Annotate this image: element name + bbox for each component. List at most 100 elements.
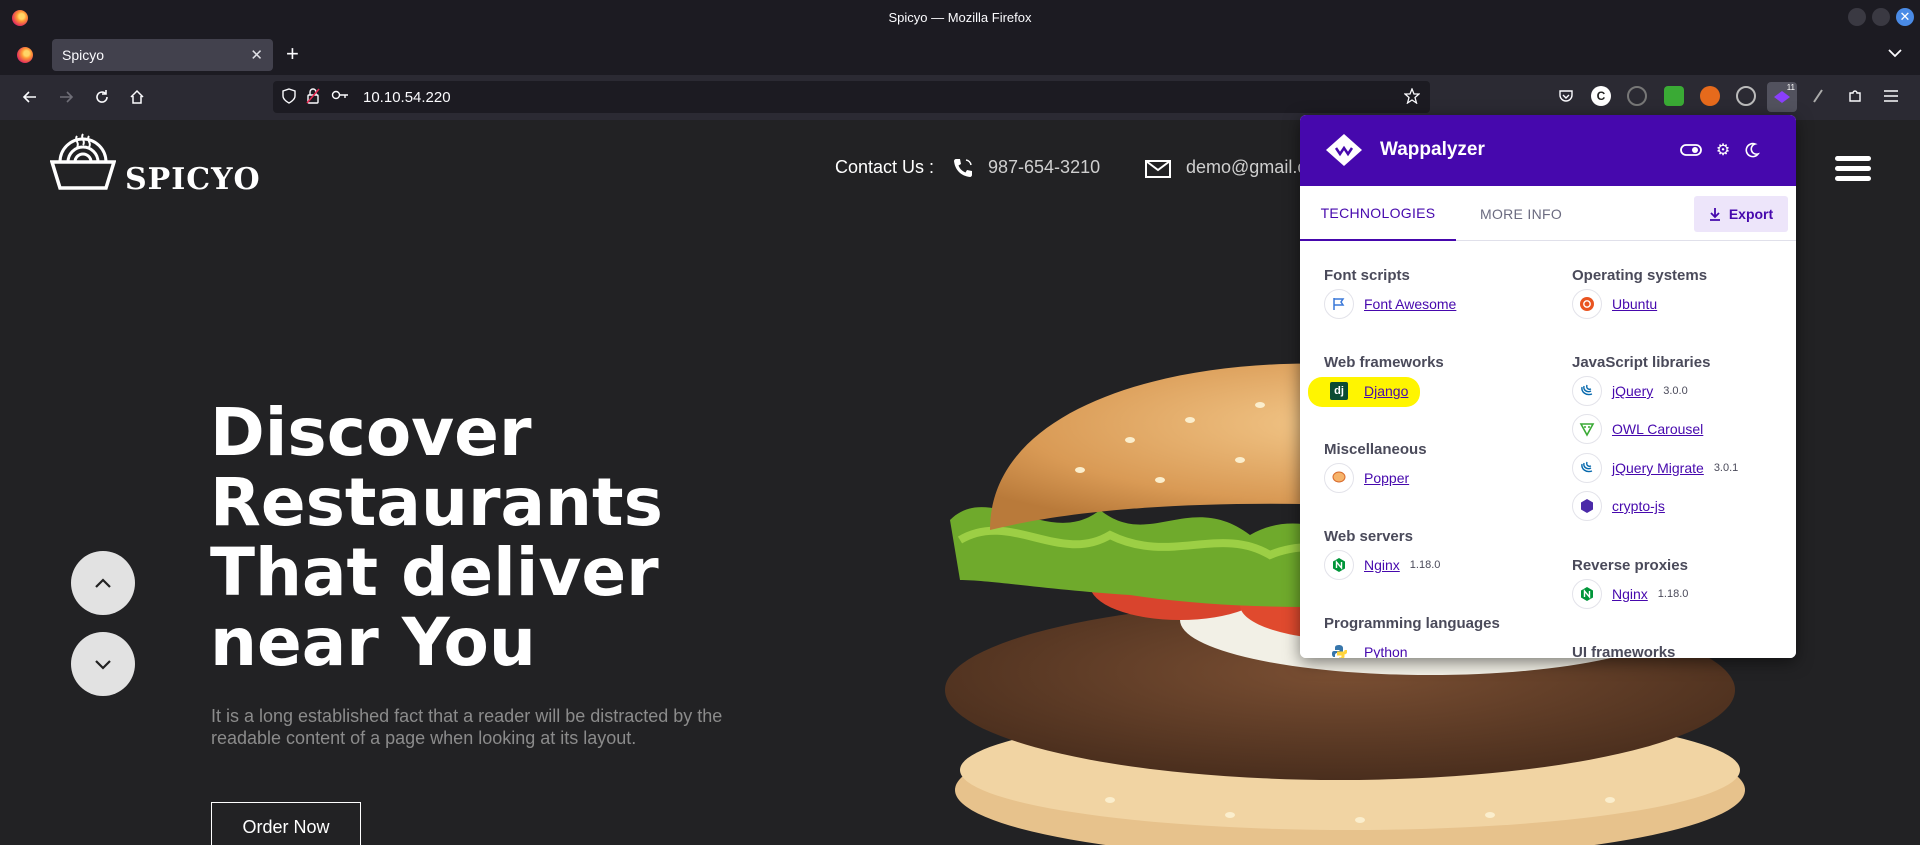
hero-line-2: Restaurants xyxy=(210,464,663,541)
maximize-button[interactable] xyxy=(1872,8,1890,26)
tech-django[interactable]: dj Django xyxy=(1324,376,1408,406)
tech-name[interactable]: Ubuntu xyxy=(1612,296,1657,312)
tab-technologies[interactable]: TECHNOLOGIES xyxy=(1300,186,1456,241)
category-reverse-proxies: Reverse proxies xyxy=(1572,557,1688,574)
export-button[interactable]: Export xyxy=(1694,196,1788,232)
category-javascript-libraries: JavaScript libraries xyxy=(1572,354,1711,371)
wappalyzer-title: Wappalyzer xyxy=(1380,139,1485,160)
settings-gear-icon[interactable]: ⚙ xyxy=(1712,139,1734,161)
home-icon[interactable] xyxy=(127,87,147,107)
font-awesome-icon xyxy=(1324,289,1354,319)
python-icon xyxy=(1324,637,1354,658)
slide-down-button[interactable] xyxy=(71,632,135,696)
hero-subtitle: It is a long established fact that a rea… xyxy=(211,706,723,748)
tech-version: 3.0.1 xyxy=(1713,462,1739,474)
minimize-button[interactable] xyxy=(1848,8,1866,26)
tech-nginx-proxy[interactable]: Nginx 1.18.0 xyxy=(1572,579,1688,609)
forward-arrow-icon[interactable] xyxy=(56,87,76,107)
foxyproxy-icon[interactable] xyxy=(1700,86,1720,106)
tech-name[interactable]: jQuery Migrate xyxy=(1612,460,1704,476)
navigation-bar: 10.10.54.220 C 11 xyxy=(0,75,1920,120)
wappalyzer-popup: Wappalyzer ⚙ TECHNOLOGIES MORE INFO Expo… xyxy=(1300,115,1796,658)
tech-name[interactable]: Nginx xyxy=(1364,557,1400,573)
tab-bar: Spicyo ✕ + xyxy=(0,35,1920,75)
hero-line-4: near You xyxy=(210,604,536,681)
url-text: 10.10.54.220 xyxy=(363,89,451,106)
user-agent-switcher-icon[interactable] xyxy=(1808,86,1828,106)
category-programming-languages: Programming languages xyxy=(1324,615,1500,632)
popper-icon xyxy=(1324,463,1354,493)
globe-extension-icon[interactable] xyxy=(1736,86,1756,106)
tech-name[interactable]: Python xyxy=(1364,644,1408,658)
hero-title: Discover Restaurants That deliver near Y… xyxy=(210,398,770,678)
tech-name[interactable]: OWL Carousel xyxy=(1612,421,1703,437)
tech-jquery-migrate[interactable]: jQuery Migrate 3.0.1 xyxy=(1572,453,1738,483)
wappalyzer-extension-icon[interactable]: 11 xyxy=(1767,82,1797,112)
pocket-icon[interactable] xyxy=(1556,86,1576,106)
contact-phone[interactable]: 987-654-3210 xyxy=(988,157,1100,178)
tab-spicyo[interactable]: Spicyo ✕ xyxy=(52,39,273,71)
tech-version: 3.0.0 xyxy=(1663,385,1688,397)
grammar-extension-icon[interactable]: C xyxy=(1591,86,1611,106)
tech-crypto-js[interactable]: crypto-js xyxy=(1572,491,1665,521)
jquery-migrate-icon xyxy=(1572,453,1602,483)
tech-name[interactable]: Font Awesome xyxy=(1364,296,1456,312)
phone-icon xyxy=(952,157,974,179)
wappalyzer-tabs: TECHNOLOGIES MORE INFO Export xyxy=(1300,186,1796,241)
tech-owl-carousel[interactable]: OWL Carousel xyxy=(1572,414,1703,444)
category-web-frameworks: Web frameworks xyxy=(1324,354,1444,371)
dark-mode-moon-icon[interactable] xyxy=(1741,139,1763,161)
tab-more-info[interactable]: MORE INFO xyxy=(1480,186,1562,241)
tech-name[interactable]: Popper xyxy=(1364,470,1409,486)
bookmark-star-icon[interactable] xyxy=(1403,87,1421,107)
privacy-extension-icon[interactable] xyxy=(1627,86,1647,106)
download-icon xyxy=(1709,208,1720,221)
tech-font-awesome[interactable]: Font Awesome xyxy=(1324,289,1456,319)
extensions-puzzle-icon[interactable] xyxy=(1845,86,1865,106)
order-now-button[interactable]: Order Now xyxy=(211,802,361,845)
category-font-scripts: Font scripts xyxy=(1324,267,1410,284)
window-titlebar: Spicyo — Mozilla Firefox ✕ xyxy=(0,0,1920,35)
tab-close-icon[interactable]: ✕ xyxy=(250,46,263,64)
reload-icon[interactable] xyxy=(92,87,112,107)
insecure-lock-icon[interactable] xyxy=(306,88,320,107)
owl-carousel-icon xyxy=(1572,414,1602,444)
slide-up-button[interactable] xyxy=(71,551,135,615)
firefox-logo-icon xyxy=(12,10,28,26)
tech-jquery[interactable]: jQuery 3.0.0 xyxy=(1572,376,1688,406)
window-close-button[interactable]: ✕ xyxy=(1896,8,1914,26)
contact-email[interactable]: demo@gmail.c xyxy=(1186,157,1306,178)
tech-popper[interactable]: Popper xyxy=(1324,463,1409,493)
key-icon[interactable] xyxy=(331,88,349,105)
tech-python[interactable]: Python xyxy=(1324,637,1408,658)
contact-label: Contact Us : xyxy=(835,157,935,177)
tech-name[interactable]: Django xyxy=(1364,383,1408,399)
site-logo-text[interactable]: SPICYO xyxy=(125,162,261,197)
tracking-shield-icon[interactable] xyxy=(282,88,296,107)
wappalyzer-badge: 11 xyxy=(1786,83,1795,92)
crypto-js-icon xyxy=(1572,491,1602,521)
new-tab-button[interactable]: + xyxy=(286,43,299,65)
tech-version: 1.18.0 xyxy=(1409,559,1441,571)
category-ui-frameworks: UI frameworks xyxy=(1572,644,1676,658)
jquery-icon xyxy=(1572,376,1602,406)
export-label: Export xyxy=(1728,206,1774,222)
firefox-view-icon[interactable] xyxy=(17,47,33,63)
chevron-up-icon xyxy=(95,578,111,588)
category-miscellaneous: Miscellaneous xyxy=(1324,441,1427,458)
tech-name[interactable]: crypto-js xyxy=(1612,498,1665,514)
tech-nginx[interactable]: Nginx 1.18.0 xyxy=(1324,550,1440,580)
toggle-switch-icon[interactable] xyxy=(1680,139,1702,161)
tab-list-chevron-icon[interactable] xyxy=(1888,45,1902,61)
tech-ubuntu[interactable]: Ubuntu xyxy=(1572,289,1657,319)
technologies-list: Font scripts Font Awesome Web frameworks… xyxy=(1300,242,1796,658)
tech-name[interactable]: jQuery xyxy=(1612,383,1653,399)
url-bar[interactable]: 10.10.54.220 xyxy=(273,81,1430,113)
tab-label: Spicyo xyxy=(62,47,105,63)
app-menu-icon[interactable] xyxy=(1881,86,1901,106)
back-arrow-icon[interactable] xyxy=(20,87,40,107)
tech-name[interactable]: Nginx xyxy=(1612,586,1648,602)
spicyo-logo-icon[interactable] xyxy=(50,132,116,196)
site-menu-hamburger-icon[interactable] xyxy=(1835,156,1871,182)
cookie-editor-icon[interactable] xyxy=(1664,86,1684,106)
